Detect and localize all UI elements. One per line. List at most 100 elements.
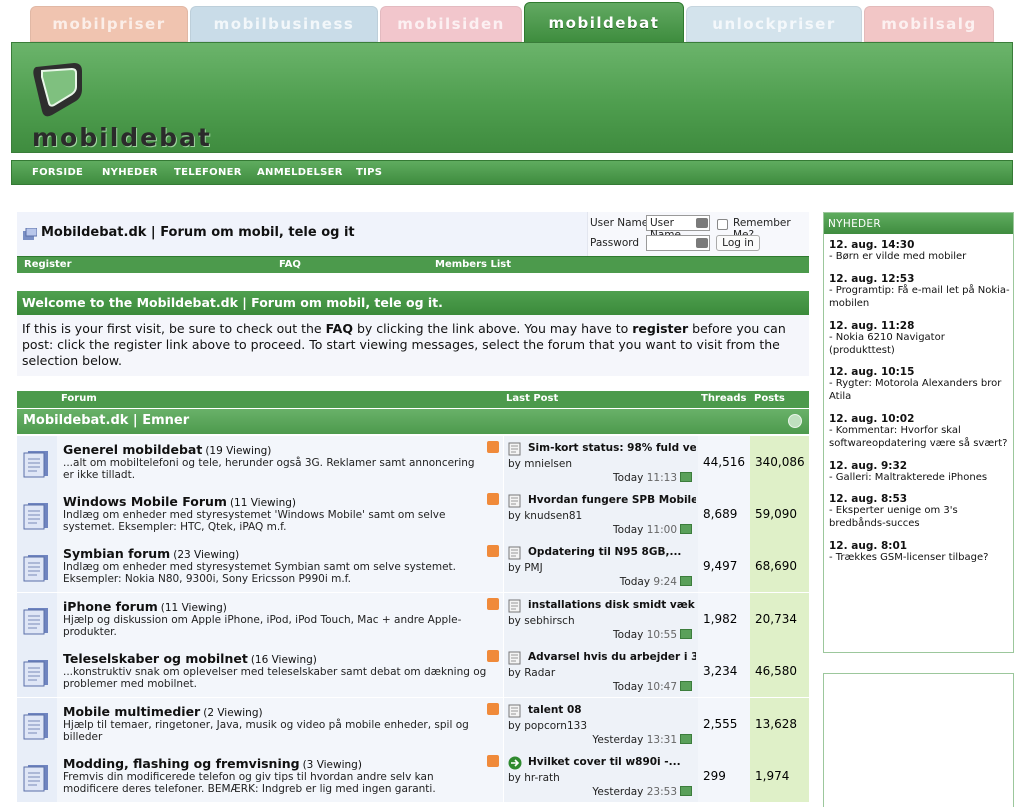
forum-link[interactable]: Generel mobildebat (19 Viewing) bbox=[63, 442, 271, 457]
last-post-author[interactable]: by hr-rath bbox=[508, 772, 560, 784]
news-headline[interactable]: - Børn er vilde med mobiler bbox=[829, 251, 1011, 264]
news-sidebar: NYHEDER 12. aug. 14:30- Børn er vilde me… bbox=[823, 212, 1014, 653]
username-label: User Name bbox=[590, 217, 649, 229]
forum-title-text[interactable]: Generel mobildebat bbox=[63, 442, 202, 457]
last-post-title[interactable]: talent 08 bbox=[528, 704, 696, 716]
last-post-author[interactable]: by mnielsen bbox=[508, 458, 572, 470]
nav-forside[interactable]: FORSIDE bbox=[32, 167, 83, 178]
rss-icon[interactable] bbox=[487, 755, 499, 767]
rss-icon[interactable] bbox=[487, 598, 499, 610]
news-headline[interactable]: - Trækkes GSM-licenser tilbage? bbox=[829, 552, 1011, 565]
news-item[interactable]: 12. aug. 9:32- Galleri: Maltrakterede iP… bbox=[829, 460, 1011, 485]
username-input[interactable]: User Name bbox=[646, 215, 710, 241]
tab-mobilbusiness[interactable]: mobilbusiness bbox=[190, 6, 378, 42]
news-headline[interactable]: - Programtip: Få e-mail let på Nokia-mob… bbox=[829, 285, 1011, 310]
category-title[interactable]: Mobildebat.dk | Emner bbox=[23, 413, 189, 428]
members-list-link[interactable]: Members List bbox=[435, 259, 511, 270]
last-post-cell: Sim-kort status: 98% fuld ved... by mniel… bbox=[503, 436, 698, 488]
remember-checkbox[interactable] bbox=[717, 219, 728, 230]
category-header: Mobildebat.dk | Emner bbox=[17, 409, 809, 434]
tab-unlockpriser[interactable]: unlockpriser bbox=[686, 6, 862, 42]
tab-mobilsalg[interactable]: mobilsalg bbox=[864, 6, 994, 42]
forum-title-text[interactable]: Teleselskaber og mobilnet bbox=[63, 651, 248, 666]
forum-link[interactable]: Symbian forum (23 Viewing) bbox=[63, 546, 239, 561]
rss-icon[interactable] bbox=[487, 650, 499, 662]
tab-mobildebat[interactable]: mobildebat bbox=[524, 2, 684, 44]
forum-title[interactable]: Mobildebat.dk | Forum om mobil, tele og … bbox=[41, 225, 355, 240]
password-input[interactable] bbox=[646, 235, 710, 251]
forum-link[interactable]: Modding, flashing og fremvisning (3 Viewi… bbox=[63, 756, 362, 771]
forum-title-text[interactable]: Windows Mobile Forum bbox=[63, 494, 227, 509]
last-post-clock: 13:31 bbox=[646, 734, 677, 746]
last-post-time: Yesterday 23:53 bbox=[592, 786, 692, 798]
forum-description: Hjælp til temaer, ringetoner, Java, musi… bbox=[63, 719, 469, 743]
goto-post-icon[interactable] bbox=[680, 629, 692, 639]
last-post-title[interactable]: Hvilket cover til w890i -... bbox=[528, 756, 696, 768]
register-link[interactable]: Register bbox=[24, 259, 72, 270]
nav-telefoner[interactable]: TELEFONER bbox=[174, 167, 242, 178]
forum-title-text[interactable]: iPhone forum bbox=[63, 599, 158, 614]
viewing-count: (3 Viewing) bbox=[302, 759, 362, 771]
forum-link[interactable]: Teleselskaber og mobilnet (16 Viewing) bbox=[63, 651, 317, 666]
news-date: 12. aug. 10:02 bbox=[829, 413, 915, 425]
last-post-clock: 11:00 bbox=[646, 524, 677, 536]
last-post-cell: Hvilket cover til w890i -... by hr-rath Ye… bbox=[503, 750, 698, 802]
nav-anmeldelser[interactable]: ANMELDELSER bbox=[257, 167, 343, 178]
forum-link[interactable]: Windows Mobile Forum (11 Viewing) bbox=[63, 494, 296, 509]
tab-mobilsiden[interactable]: mobilsiden bbox=[380, 6, 522, 42]
last-post-author[interactable]: by popcorn133 bbox=[508, 720, 587, 732]
goto-post-icon[interactable] bbox=[680, 472, 692, 482]
forum-title-text[interactable]: Symbian forum bbox=[63, 546, 170, 561]
rss-icon[interactable] bbox=[487, 493, 499, 505]
goto-post-icon[interactable] bbox=[680, 576, 692, 586]
tab-mobilpriser[interactable]: mobilpriser bbox=[30, 6, 188, 42]
news-item[interactable]: 12. aug. 8:53- Eksperter uenige om 3's b… bbox=[829, 493, 1011, 530]
goto-post-icon[interactable] bbox=[680, 681, 692, 691]
news-item[interactable]: 12. aug. 10:15- Rygter: Motorola Alexand… bbox=[829, 366, 1011, 403]
goto-post-icon[interactable] bbox=[680, 524, 692, 534]
news-item[interactable]: 12. aug. 14:30- Børn er vilde med mobile… bbox=[829, 239, 1011, 264]
last-post-author[interactable]: by Radar bbox=[508, 667, 555, 679]
forum-status-cell bbox=[17, 540, 57, 592]
rss-icon[interactable] bbox=[487, 441, 499, 453]
news-headline[interactable]: - Rygter: Motorola Alexanders bror Atila bbox=[829, 378, 1011, 403]
rss-icon[interactable] bbox=[487, 545, 499, 557]
register-inline-link[interactable]: register bbox=[632, 321, 688, 336]
login-button[interactable]: Log in bbox=[716, 235, 760, 251]
last-post-title[interactable]: Hvordan fungere SPB Mobile... bbox=[528, 494, 696, 506]
nav-tips[interactable]: TIPS bbox=[356, 167, 382, 178]
forum-title-text[interactable]: Mobile multimedier bbox=[63, 704, 200, 719]
news-headline[interactable]: - Galleri: Maltrakterede iPhones bbox=[829, 472, 1011, 485]
last-post-author[interactable]: by sebhirsch bbox=[508, 615, 575, 627]
last-post-author[interactable]: by knudsen81 bbox=[508, 510, 582, 522]
forum-title-text[interactable]: Modding, flashing og fremvisning bbox=[63, 756, 300, 771]
last-post-title[interactable]: installations disk smidt væk bbox=[528, 599, 696, 611]
news-headline[interactable]: - Eksperter uenige om 3's bredbånds-succ… bbox=[829, 505, 1011, 530]
forum-status-cell bbox=[17, 698, 57, 750]
last-post-day: Today bbox=[613, 629, 644, 641]
news-item[interactable]: 12. aug. 10:02- Kommentar: Hvorfor skal … bbox=[829, 413, 1011, 450]
viewing-count: (19 Viewing) bbox=[205, 445, 272, 457]
faq-link[interactable]: FAQ bbox=[279, 259, 301, 270]
news-item[interactable]: 12. aug. 11:28- Nokia 6210 Navigator (pr… bbox=[829, 320, 1011, 357]
last-post-title[interactable]: Opdatering til N95 8GB,... bbox=[528, 546, 696, 558]
news-headline[interactable]: - Nokia 6210 Navigator (produkttest) bbox=[829, 332, 1011, 357]
last-post-title[interactable]: Advarsel hvis du arbejder i 3... bbox=[528, 651, 696, 663]
goto-post-icon[interactable] bbox=[680, 734, 692, 744]
rss-icon[interactable] bbox=[487, 703, 499, 715]
last-post-author[interactable]: by PMJ bbox=[508, 562, 543, 574]
news-item[interactable]: 12. aug. 12:53- Programtip: Få e-mail le… bbox=[829, 273, 1011, 310]
forum-status-icon bbox=[23, 451, 48, 478]
news-headline[interactable]: - Kommentar: Hvorfor skal softwareopdate… bbox=[829, 425, 1011, 450]
site-logo[interactable]: mobildebat bbox=[32, 123, 212, 152]
faq-inline-link[interactable]: FAQ bbox=[326, 321, 353, 336]
last-post-title[interactable]: Sim-kort status: 98% fuld ved... bbox=[528, 442, 696, 454]
collapse-icon[interactable] bbox=[788, 414, 802, 428]
nav-nyheder[interactable]: NYHEDER bbox=[102, 167, 158, 178]
forum-info-cell: Windows Mobile Forum (11 Viewing) Indlæg o… bbox=[57, 488, 503, 540]
forum-link[interactable]: Mobile multimedier (2 Viewing) bbox=[63, 704, 263, 719]
goto-post-icon[interactable] bbox=[680, 786, 692, 796]
news-item[interactable]: 12. aug. 8:01- Trækkes GSM-licenser tilb… bbox=[829, 540, 1011, 565]
forum-link[interactable]: iPhone forum (11 Viewing) bbox=[63, 599, 227, 614]
viewing-count: (11 Viewing) bbox=[229, 497, 296, 509]
